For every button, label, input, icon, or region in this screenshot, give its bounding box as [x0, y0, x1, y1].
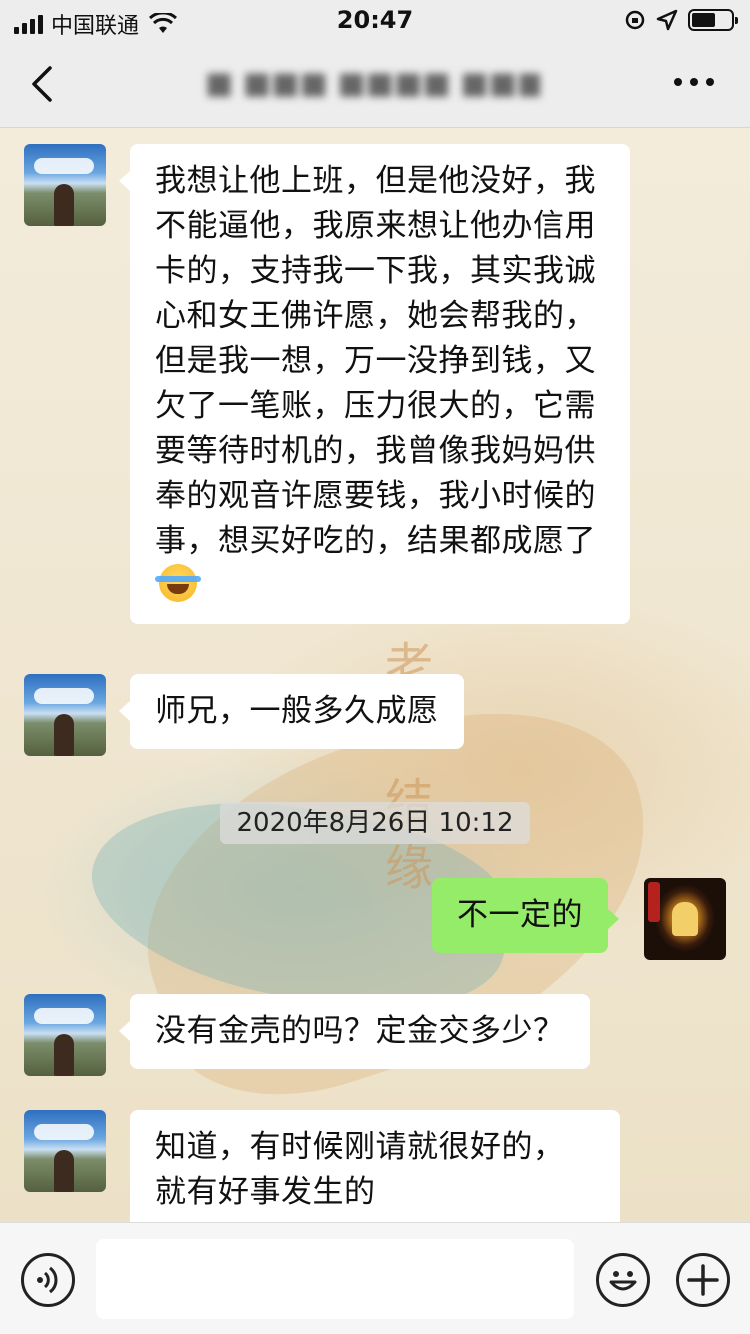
chat-title: ■ ■■■ ■■■■ ■■■■■■ [205, 66, 540, 101]
back-icon[interactable] [24, 62, 64, 106]
message-bubble[interactable]: 知道，有时候刚请就很好的，就有好事发生的 [130, 1110, 620, 1222]
battery-icon [688, 9, 738, 31]
chat-header: ■ ■■■ ■■■■ ■■■■■■ [0, 40, 750, 128]
voice-input-button[interactable] [21, 1253, 75, 1307]
message-timestamp: 2020年8月26日 10:12 [220, 802, 530, 844]
friend-avatar[interactable] [24, 144, 106, 226]
friend-avatar[interactable] [24, 994, 106, 1076]
smiley-icon [609, 1271, 637, 1291]
friend-avatar[interactable] [24, 1110, 106, 1192]
message-text: 不一定的 [457, 897, 583, 933]
message-text: 没有金壳的吗？定金交多少？ [155, 1013, 565, 1049]
plus-icon [687, 1264, 719, 1296]
status-bar: 中国联通 20:47 [0, 0, 750, 40]
message-text: 我想让他上班，但是他没好，我不能逼他，我原来想让他办信用卡的，支持我一下我，其实… [155, 163, 596, 559]
voice-icon [37, 1266, 58, 1294]
friend-avatar[interactable] [24, 674, 106, 756]
my-avatar[interactable] [644, 878, 726, 960]
message-bubble-self[interactable]: 不一定的 [432, 878, 619, 953]
message-bubble[interactable]: 我想让他上班，但是他没好，我不能逼他，我原来想让他办信用卡的，支持我一下我，其实… [119, 144, 630, 624]
input-bar [0, 1222, 750, 1334]
message-text: 师兄，一般多久成愿 [155, 693, 439, 729]
message-bubble[interactable]: 师兄，一般多久成愿 [119, 674, 464, 749]
message-text: 知道，有时候刚请就很好的，就有好事发生的 [155, 1129, 565, 1210]
emoji-button[interactable] [596, 1253, 650, 1307]
laughing-emoji-icon [155, 564, 201, 602]
location-icon [656, 9, 678, 31]
more-functions-button[interactable] [676, 1253, 730, 1307]
orientation-lock-icon [625, 10, 645, 30]
message-bubble[interactable]: 没有金壳的吗？定金交多少？ [119, 994, 590, 1069]
message-input[interactable] [96, 1239, 574, 1319]
more-options-icon[interactable] [674, 78, 714, 86]
